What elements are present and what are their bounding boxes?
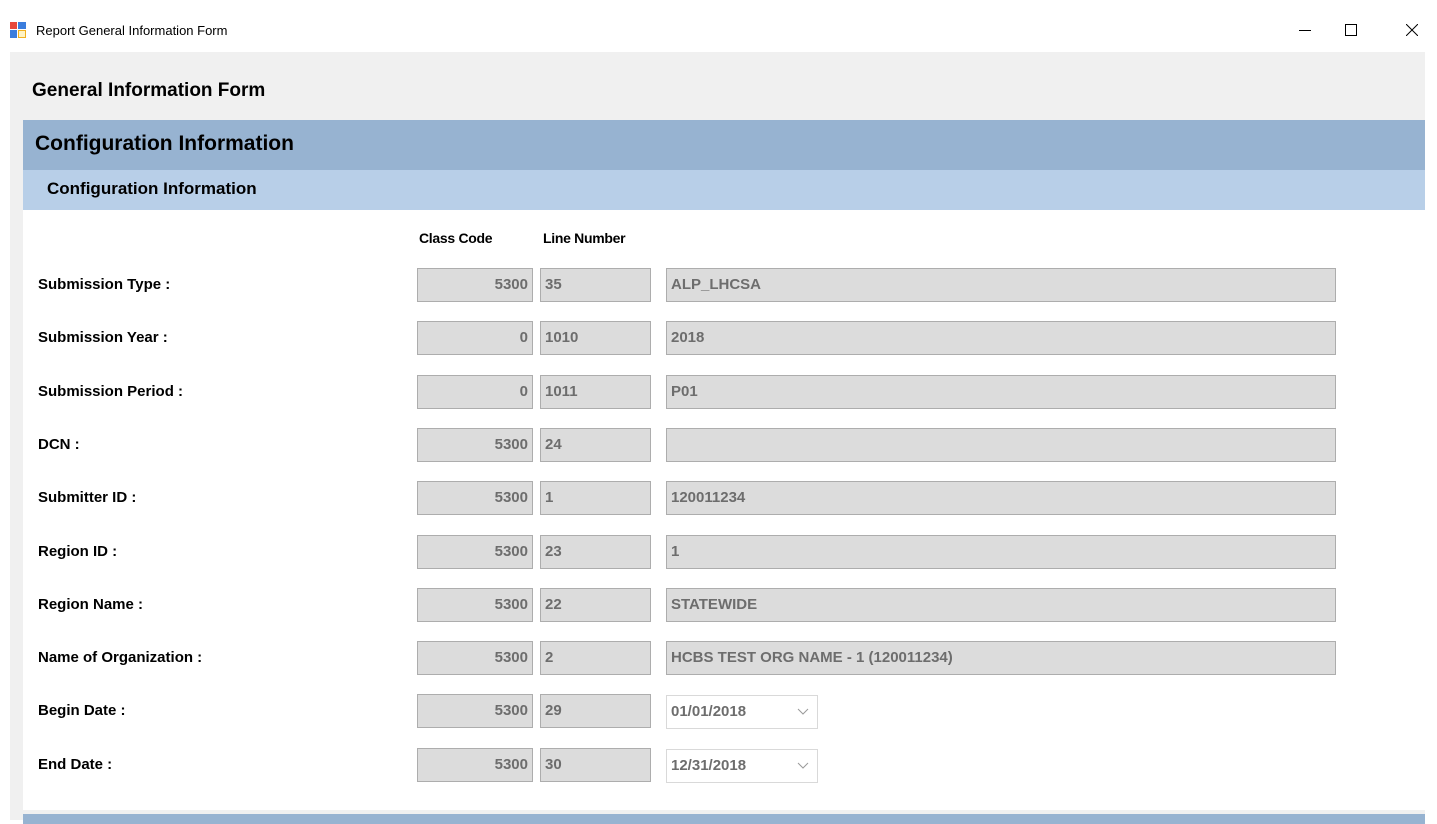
submitter-id-line-number: 1 — [540, 481, 651, 515]
begin-date-label: Begin Date : — [38, 702, 126, 719]
submission-year-class-code: 0 — [417, 321, 533, 355]
submission-period-label: Submission Period : — [38, 383, 184, 400]
submission-year-line-number: 1010 — [540, 321, 651, 355]
section-header: Configuration Information — [23, 120, 1425, 170]
name-of-organization-label: Name of Organization : — [38, 649, 203, 666]
form-client-area: General Information Form Configuration I… — [10, 52, 1425, 824]
begin-date-class-code: 5300 — [417, 694, 533, 728]
dcn-line-number: 24 — [540, 428, 651, 462]
submission-year-value-field[interactable]: 2018 — [666, 321, 1336, 355]
name-of-organization-class-code: 5300 — [417, 641, 533, 675]
region-id-value-field[interactable]: 1 — [666, 535, 1336, 569]
submission-period-line-number: 1011 — [540, 375, 651, 409]
name-of-organization-line-number: 2 — [540, 641, 651, 675]
region-id-label: Region ID : — [38, 543, 118, 560]
chevron-down-icon[interactable] — [797, 708, 809, 716]
region-name-line-number: 22 — [540, 588, 651, 622]
app-form-icon — [10, 22, 26, 38]
submission-type-value-field[interactable]: ALP_LHCSA — [666, 268, 1336, 302]
region-id-line-number: 23 — [540, 535, 651, 569]
end-date-line-number: 30 — [540, 748, 651, 782]
line-number-header: Line Number — [543, 230, 626, 246]
next-section-header — [23, 814, 1425, 824]
window-title: Report General Information Form — [36, 23, 228, 38]
dcn-class-code: 5300 — [417, 428, 533, 462]
submitter-id-class-code: 5300 — [417, 481, 533, 515]
form-title: General Information Form — [32, 80, 266, 101]
minimize-button[interactable] — [1282, 12, 1328, 48]
maximize-button[interactable] — [1328, 12, 1374, 48]
submission-period-class-code: 0 — [417, 375, 533, 409]
dcn-label: DCN : — [38, 436, 80, 453]
section-title: Configuration Information — [35, 132, 294, 155]
submitter-id-value-field[interactable]: 120011234 — [666, 481, 1336, 515]
configuration-panel: Class Code Line Number Submission Type :… — [23, 210, 1425, 810]
submitter-id-label: Submitter ID : — [38, 489, 137, 506]
subsection-header: Configuration Information — [23, 170, 1425, 210]
end-date-class-code: 5300 — [417, 748, 533, 782]
chevron-down-icon[interactable] — [797, 762, 809, 770]
end-date-date-value: 12/31/2018 — [671, 757, 747, 774]
begin-date-line-number: 29 — [540, 694, 651, 728]
close-icon — [1406, 24, 1418, 36]
region-id-class-code: 5300 — [417, 535, 533, 569]
region-name-label: Region Name : — [38, 596, 144, 613]
submission-year-label: Submission Year : — [38, 329, 168, 346]
end-date-date-picker[interactable]: 12/31/2018 — [666, 749, 818, 783]
end-date-label: End Date : — [38, 756, 113, 773]
begin-date-date-picker[interactable]: 01/01/2018 — [666, 695, 818, 729]
maximize-icon — [1345, 24, 1357, 36]
subsection-title: Configuration Information — [47, 179, 257, 198]
submission-type-label: Submission Type : — [38, 276, 171, 293]
submission-type-line-number: 35 — [540, 268, 651, 302]
region-name-value-field[interactable]: STATEWIDE — [666, 588, 1336, 622]
region-name-class-code: 5300 — [417, 588, 533, 622]
submission-type-class-code: 5300 — [417, 268, 533, 302]
submission-period-value-field[interactable]: P01 — [666, 375, 1336, 409]
dcn-value-field[interactable] — [666, 428, 1336, 462]
name-of-organization-value-field[interactable]: HCBS TEST ORG NAME - 1 (120011234) — [666, 641, 1336, 675]
class-code-header: Class Code — [419, 230, 493, 246]
begin-date-date-value: 01/01/2018 — [671, 703, 747, 720]
minimize-icon — [1299, 30, 1311, 31]
close-button[interactable] — [1394, 12, 1437, 48]
